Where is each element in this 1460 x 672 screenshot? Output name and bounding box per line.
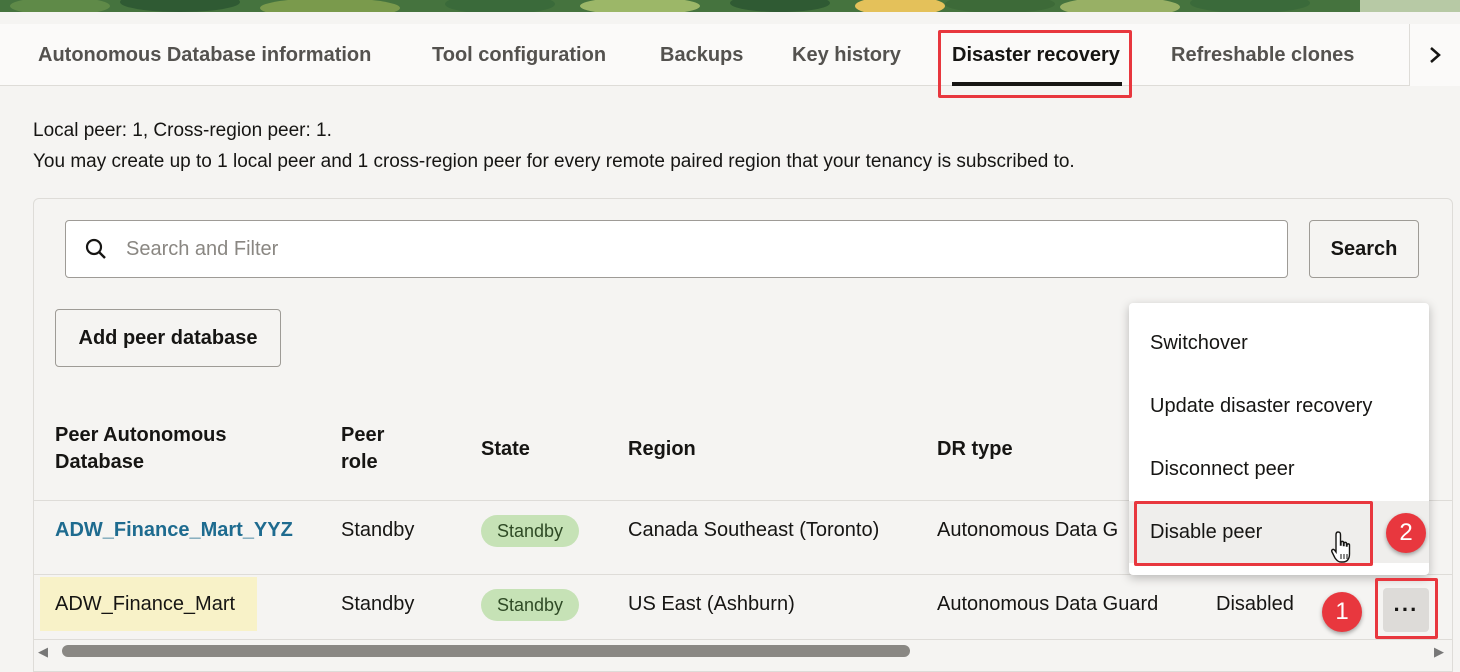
region-cell: Canada Southeast (Toronto)	[628, 519, 880, 541]
horizontal-scrollbar[interactable]: ◀ ▶	[34, 640, 1452, 662]
menu-item-switchover[interactable]: Switchover	[1129, 312, 1429, 374]
header-banner	[0, 0, 1460, 24]
region-cell: US East (Ashburn)	[628, 593, 795, 615]
banner-pattern	[0, 0, 1460, 12]
peer-database-link[interactable]: ADW_Finance_Mart_YYZ	[55, 519, 293, 542]
tab-label: Tool configuration	[432, 43, 607, 66]
step-callout-2: 2	[1386, 513, 1426, 553]
search-field[interactable]	[65, 220, 1288, 278]
scroll-left-icon[interactable]: ◀	[38, 644, 48, 660]
column-header-peer-database: Peer Autonomous Database	[55, 424, 227, 473]
peer-count-text: Local peer: 1, Cross-region peer: 1.	[33, 120, 332, 141]
scrollbar-thumb[interactable]	[62, 645, 910, 657]
peer-role-cell: Standby	[341, 593, 415, 615]
scroll-right-icon[interactable]: ▶	[1434, 644, 1444, 660]
state-badge: Standby	[481, 589, 580, 621]
dr-type-cell: Autonomous Data Guard	[937, 593, 1159, 615]
menu-item-disconnect-peer[interactable]: Disconnect peer	[1129, 438, 1429, 500]
tab-autonomous-database-information[interactable]: Autonomous Database information	[38, 24, 371, 86]
column-header-dr-type: DR type	[937, 438, 1013, 460]
tab-refreshable-clones[interactable]: Refreshable clones	[1171, 24, 1354, 86]
tab-label: Refreshable clones	[1171, 43, 1355, 66]
state-badge: Standby	[481, 515, 580, 547]
chevron-right-icon	[1430, 47, 1441, 63]
search-input[interactable]	[126, 237, 1226, 261]
tab-key-history[interactable]: Key history	[792, 24, 901, 86]
peer-role-cell: Standby	[341, 519, 415, 541]
column-header-state: State	[481, 438, 530, 460]
search-button[interactable]: Search	[1309, 220, 1419, 278]
peer-database-name: ADW_Finance_Mart	[55, 593, 236, 615]
status-cell: Disabled	[1216, 593, 1294, 615]
column-header-region: Region	[628, 438, 696, 460]
tab-label: Key history	[792, 43, 901, 66]
column-header-peer-role: Peer role	[341, 424, 385, 473]
step-callout-1: 1	[1322, 592, 1362, 632]
tab-tool-configuration[interactable]: Tool configuration	[432, 24, 606, 86]
search-icon	[85, 238, 106, 259]
tab-highlight-annotation	[938, 30, 1132, 98]
actions-button-highlight-annotation	[1375, 578, 1438, 639]
tab-bar: Autonomous Database information Tool con…	[0, 24, 1460, 86]
tabs-scroll-right-button[interactable]	[1409, 24, 1460, 86]
peer-limit-text: You may create up to 1 local peer and 1 …	[33, 151, 1075, 172]
menu-item-update-disaster-recovery[interactable]: Update disaster recovery	[1129, 375, 1429, 437]
tab-label: Autonomous Database information	[38, 43, 372, 66]
add-peer-database-button[interactable]: Add peer database	[55, 309, 281, 367]
tab-label: Backups	[660, 43, 744, 66]
hand-pointer-icon	[1330, 530, 1356, 571]
tab-backups[interactable]: Backups	[660, 24, 743, 86]
dr-type-cell: Autonomous Data G	[937, 519, 1119, 541]
